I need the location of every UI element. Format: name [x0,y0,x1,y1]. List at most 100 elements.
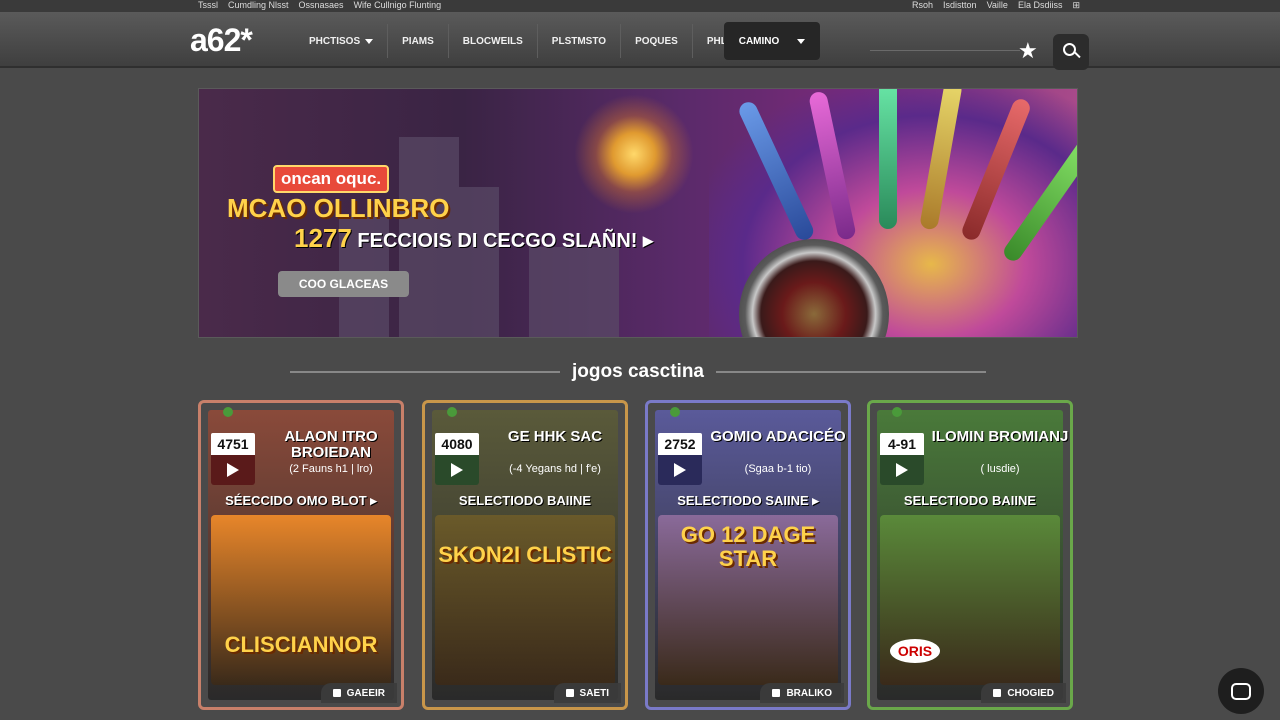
player-count: 4080 [435,433,479,455]
utility-link[interactable]: Ossnasaes [299,0,344,10]
slot-column [879,89,897,229]
hero-banner[interactable]: oncan oquc. MCAO OLLINBRO 1277 FECCIOIS … [198,88,1078,338]
nav-label: BLOCWEILS [462,35,523,47]
flag-icon [447,407,457,417]
game-tag[interactable]: BRALIKO [760,683,844,703]
chat-icon [1231,682,1251,700]
nav-label: POQUES [635,35,678,47]
nav-item-piams[interactable]: PIAMS [387,24,448,58]
game-art-title: ORIS [890,639,940,663]
utility-link[interactable]: Tsssl [198,0,218,10]
utility-link[interactable]: Vaille [987,0,1008,10]
site-logo[interactable]: a62* [190,22,253,59]
chevron-down-icon [797,38,806,44]
tag-icon [565,689,574,697]
nav-item-poques[interactable]: POQUES [620,24,692,58]
utility-links-right: Rsoh Isdistton Vaille Ela Dsdiiss ⊞ [912,0,1080,10]
game-card[interactable]: 2752 GOMIO ADACICÉO (Sgaa b-1 tio) SELEC… [645,400,851,710]
city-building [529,247,619,337]
play-button[interactable] [658,455,702,485]
play-icon [896,463,908,477]
divider [290,371,560,373]
tag-label: GAEEIR [346,687,385,699]
divider [716,371,986,373]
flag-icon [892,407,902,417]
game-title: GE HHK SAC [507,428,603,445]
search-icon-handle [1074,51,1081,59]
flag-icon [670,407,680,417]
tag-label: CHOGIED [1007,687,1054,699]
game-select-link[interactable]: SELECTIODO BAIINE [870,493,1070,508]
player-count: 2752 [658,433,702,455]
casino-dropdown[interactable]: CAMINO [724,22,820,60]
game-meta: (-4 Yegans hd | f'e) [509,463,601,475]
utility-link[interactable]: Ela Dsdiiss [1018,0,1063,10]
tag-icon [332,689,341,697]
tag-icon [993,689,1002,697]
play-icon [451,463,463,477]
game-art-title: CLISCIANNOR [224,632,378,657]
utility-link[interactable]: Cumdling Nlsst [228,0,289,10]
hero-subtitle: 1277 FECCIOIS DI CECGO SLAÑN! ▸ [294,223,653,254]
main-nav: PHCTISOS PIAMS BLOCWEILS PLSTMSTO POQUES… [295,22,741,60]
utility-link[interactable]: Isdistton [943,0,977,10]
play-icon [674,463,686,477]
nav-label: PHCTISOS [309,35,361,47]
city-building [459,187,499,337]
game-tag[interactable]: SAETI [553,683,621,703]
game-select-link[interactable]: SELECTIODO SAIINE ▸ [648,493,848,509]
utility-links-left: Tsssl Cumdling Nlsst Ossnasaes Wife Cull… [198,0,441,10]
play-icon [227,463,239,477]
play-button[interactable] [880,455,924,485]
game-tag[interactable]: GAEEIR [320,683,397,703]
casino-label: CAMINO [738,35,780,47]
game-title: ALAON ITRO BROIEDAN [284,428,378,461]
utility-bar: Tsssl Cumdling Nlsst Ossnasaes Wife Cull… [0,0,1280,12]
search-icon [1063,43,1076,56]
firework-graphic [574,94,694,214]
play-button[interactable] [435,455,479,485]
hero-badge: oncan oquc. [273,165,390,193]
game-meta: ( lusdie) [980,463,1020,475]
chevron-down-icon [365,38,374,44]
hero-cta-button[interactable]: COO GLACEAS [278,271,409,297]
grid-icon[interactable]: ⊞ [1072,0,1080,10]
tag-label: BRALIKO [786,687,832,699]
game-meta: (2 Fauns h1 | lro) [289,463,373,475]
game-select-link[interactable]: SELECTIODO BAIINE [425,493,625,508]
hero-number: 1277 [294,223,352,253]
nav-label: PIAMS [402,35,434,47]
game-art-title: GO 12 DAGE STAR [680,522,816,571]
chat-button[interactable] [1218,668,1264,714]
game-art-title: SKON2I CLISTIC [438,542,612,567]
nav-label: PLSTMSTO [551,35,607,47]
tag-icon [772,689,781,697]
game-card[interactable]: 4080 GE HHK SAC (-4 Yegans hd | f'e) SEL… [422,400,628,710]
search-input[interactable] [870,50,1020,51]
nav-item-blocweils[interactable]: BLOCWEILS [447,24,537,58]
play-button[interactable] [211,455,255,485]
player-count: 4751 [211,433,255,455]
game-title: GOMIO ADACICÉO [710,428,846,445]
main-header: a62* PHCTISOS PIAMS BLOCWEILS PLSTMSTO P… [0,12,1280,70]
game-artwork [435,515,615,685]
hero-subtitle-text: FECCIOIS DI CECGO SLAÑN! ▸ [357,230,654,252]
game-card[interactable]: 4751 ALAON ITRO BROIEDAN (2 Fauns h1 | l… [198,400,404,710]
game-title: ILOMIN BROMIANJ [931,428,1069,445]
game-tag[interactable]: CHOGIED [981,683,1066,703]
hero-title: MCAO OLLINBRO [227,193,450,223]
section-header: jogos casctina [290,360,986,384]
flag-icon [223,407,233,417]
utility-link[interactable]: Rsoh [912,0,933,10]
game-artwork [211,515,391,685]
search-button[interactable] [1053,34,1089,70]
game-card[interactable]: 4-91 ILOMIN BROMIANJ ( lusdie) SELECTIOD… [867,400,1073,710]
game-grid: 4751 ALAON ITRO BROIEDAN (2 Fauns h1 | l… [198,400,1074,710]
utility-link[interactable]: Wife Cullnigo Flunting [354,0,442,10]
nav-item-phctisos[interactable]: PHCTISOS [295,24,387,58]
game-meta: (Sgaa b-1 tio) [744,463,812,475]
game-select-link[interactable]: SÉECCIDO OMO BLOT ▸ [201,493,401,509]
star-icon[interactable]: ★ [1018,40,1038,62]
tag-label: SAETI [579,687,609,699]
nav-item-plstmsto[interactable]: PLSTMSTO [536,24,620,58]
